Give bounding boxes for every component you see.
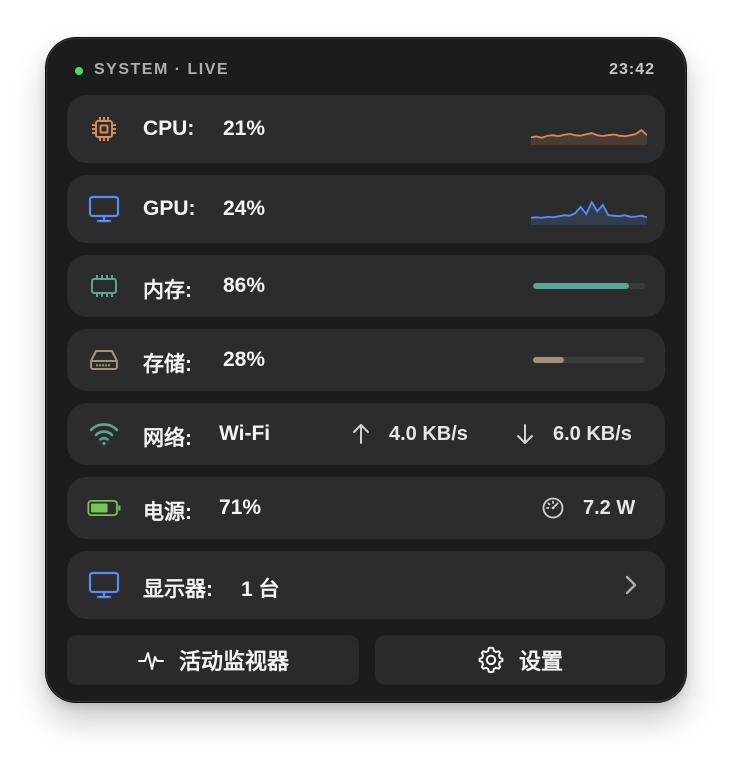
cpu-card[interactable]: CPU: 21% bbox=[67, 95, 665, 163]
panel-header: SYSTEM · LIVE 23:42 bbox=[47, 39, 685, 99]
memory-usage-bar bbox=[533, 283, 645, 289]
gpu-card[interactable]: GPU: 24% bbox=[67, 175, 665, 243]
battery-level-graphic bbox=[87, 499, 121, 517]
memory-card[interactable]: 内存: 86% bbox=[67, 255, 665, 317]
activity-monitor-button[interactable]: 活动监视器 bbox=[67, 635, 359, 685]
network-card[interactable]: 网络: Wi-Fi 4.0 KB/s 6.0 KB/s bbox=[67, 403, 665, 465]
memory-module-icon bbox=[87, 269, 121, 303]
gpu-label: GPU: bbox=[143, 197, 196, 220]
cpu-value: 21% bbox=[223, 117, 266, 140]
clock-time: 23:42 bbox=[609, 61, 655, 78]
cpu-chip-icon bbox=[87, 112, 121, 146]
power-card[interactable]: 电源: 71% 7.2 W bbox=[67, 477, 665, 539]
display-card[interactable]: 显示器: 1 台 bbox=[67, 551, 665, 619]
display-icon bbox=[87, 192, 121, 226]
network-label: 网络: bbox=[143, 427, 192, 450]
display-icon bbox=[87, 568, 121, 602]
cpu-label: CPU: bbox=[143, 117, 195, 140]
upload-speed: 4.0 KB/s bbox=[389, 423, 468, 445]
gpu-sparkline-area bbox=[531, 202, 647, 225]
battery-icon bbox=[87, 491, 121, 525]
activity-pulse-icon bbox=[137, 652, 164, 670]
cpu-sparkline-area bbox=[531, 130, 647, 145]
memory-usage-fill bbox=[533, 283, 630, 289]
display-value: 1 台 bbox=[241, 578, 280, 601]
upload-arrow-icon bbox=[353, 424, 369, 444]
download-speed: 6.0 KB/s bbox=[553, 423, 632, 445]
live-status-dot bbox=[75, 67, 83, 75]
gauge-icon bbox=[542, 497, 564, 519]
power-label: 电源: bbox=[143, 501, 192, 524]
panel-title: SYSTEM · LIVE bbox=[94, 61, 230, 78]
gear-icon bbox=[478, 646, 504, 674]
display-label: 显示器: bbox=[143, 578, 213, 601]
disk-drive-icon bbox=[87, 343, 121, 377]
settings-label: 设置 bbox=[518, 649, 563, 674]
storage-card[interactable]: 存储: 28% bbox=[67, 329, 665, 391]
gpu-value: 24% bbox=[223, 197, 266, 220]
storage-value: 28% bbox=[223, 348, 266, 371]
memory-value: 86% bbox=[223, 274, 266, 297]
storage-label: 存储: bbox=[143, 353, 192, 376]
storage-usage-bar bbox=[533, 357, 645, 363]
chevron-right-icon[interactable] bbox=[625, 575, 637, 595]
activity-monitor-label: 活动监视器 bbox=[178, 649, 289, 674]
power-wattage: 7.2 W bbox=[583, 497, 636, 519]
system-monitor-panel: SYSTEM · LIVE 23:42 CPU: 21% GPU: 24% 内存… bbox=[46, 38, 686, 702]
cpu-sparkline bbox=[531, 128, 647, 145]
download-arrow-icon bbox=[517, 424, 533, 444]
network-value: Wi-Fi bbox=[219, 422, 271, 445]
wifi-icon bbox=[87, 417, 121, 451]
gpu-sparkline bbox=[531, 200, 647, 225]
memory-label: 内存: bbox=[143, 279, 192, 302]
power-value: 71% bbox=[219, 496, 262, 519]
storage-usage-fill bbox=[533, 357, 565, 363]
settings-button[interactable]: 设置 bbox=[375, 635, 665, 685]
